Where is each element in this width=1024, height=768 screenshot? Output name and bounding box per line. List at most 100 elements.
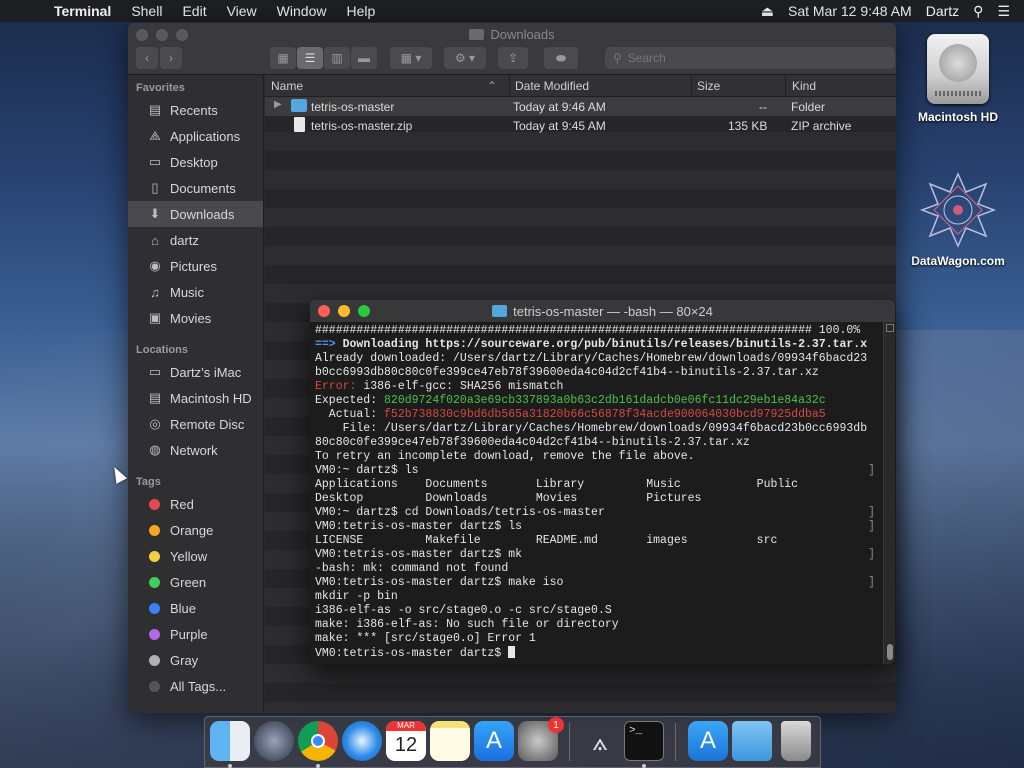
table-row[interactable]: tetris-os-master.zip Today at 9:45 AM 13… xyxy=(265,116,896,135)
sidebar-tag-gray[interactable]: Gray xyxy=(128,647,263,673)
column-view-button[interactable]: ▥ xyxy=(324,47,350,69)
finder-icon[interactable] xyxy=(210,721,250,761)
sidebar-item-macintosh-hd[interactable]: ▤ Macintosh HD xyxy=(128,385,263,411)
file-date: Today at 9:46 AM xyxy=(513,100,606,114)
search-field[interactable]: ⚲ Search xyxy=(605,47,895,69)
sidebar-item-applications[interactable]: ⟁ Applications xyxy=(128,123,263,149)
file-kind: Folder xyxy=(791,100,826,114)
mark-bracket: ] xyxy=(868,506,875,519)
minimize-button[interactable] xyxy=(156,29,168,41)
list-header: Name ⌃ Date Modified Size Kind xyxy=(265,75,896,97)
sidebar-tag-green[interactable]: Green xyxy=(128,569,263,595)
icon-view-button[interactable]: ▦ xyxy=(270,47,296,69)
sidebar-item-dartz[interactable]: ⌂ dartz xyxy=(128,227,263,253)
sidebar-tag-orange[interactable]: Orange xyxy=(128,517,263,543)
folder-icon xyxy=(291,99,307,112)
close-button[interactable] xyxy=(136,29,148,41)
system-preferences-icon[interactable]: 1 xyxy=(518,717,564,761)
trash-icon[interactable] xyxy=(781,721,811,761)
sidebar-all-tags[interactable]: All Tags... xyxy=(128,673,263,699)
sidebar-item-network[interactable]: ◍ Network xyxy=(128,437,263,463)
compass-tool-icon[interactable]: ⟑ xyxy=(580,721,620,761)
file-kind: ZIP archive xyxy=(791,119,852,133)
zoom-button[interactable] xyxy=(358,305,370,317)
sidebar-item-remote-disc[interactable]: ◎ Remote Disc xyxy=(128,411,263,437)
calendar-day: 12 xyxy=(394,734,418,756)
share-icon[interactable]: ⇪ xyxy=(498,47,528,69)
eject-icon[interactable]: ⏏ xyxy=(761,3,774,20)
terminal-line: VM0:~ dartz$ cd Downloads/tetris-os-mast… xyxy=(315,506,883,520)
table-row[interactable]: ▶ tetris-os-master Today at 9:46 AM -- F… xyxy=(265,97,896,116)
gallery-view-button[interactable]: ▬ xyxy=(351,47,377,69)
sidebar-tag-red[interactable]: Red xyxy=(128,491,263,517)
chrome-icon[interactable] xyxy=(298,721,338,761)
column-header-date[interactable]: Date Modified xyxy=(515,79,589,93)
tag-color-dot xyxy=(149,654,160,666)
terminal-line: 80c80c0fe399ce47eb78f39600eda4c04d2cf41b… xyxy=(315,436,750,449)
sidebar-item-label: Blue xyxy=(170,600,197,616)
sidebar-item-documents[interactable]: ▯ Documents xyxy=(128,175,263,201)
group-button[interactable]: ▦ ▾ xyxy=(390,47,432,69)
sidebar-item-movies[interactable]: ▣ Movies xyxy=(128,305,263,331)
app-menu[interactable]: Terminal xyxy=(54,3,111,19)
desktop-icon-macintosh-hd[interactable]: Macintosh HD xyxy=(908,34,1008,124)
terminal-output[interactable]: ########################################… xyxy=(310,322,883,664)
forward-button[interactable]: › xyxy=(160,47,182,69)
terminal-line: ########################################… xyxy=(315,324,861,337)
list-view-button[interactable]: ☰ xyxy=(297,47,323,69)
clock[interactable]: Sat Mar 12 9:48 AM xyxy=(788,3,912,19)
desktop-icon-datawagon[interactable]: DataWagon.com xyxy=(908,170,1008,268)
sidebar-tag-yellow[interactable]: Yellow xyxy=(128,543,263,569)
disclosure-triangle-icon[interactable]: ▶ xyxy=(274,99,282,110)
terminal-scrollbar[interactable] xyxy=(883,322,895,664)
close-button[interactable] xyxy=(318,305,330,317)
tag-icon[interactable]: ⬬ xyxy=(544,47,578,69)
calendar-icon[interactable]: MAR 12 xyxy=(386,721,426,761)
terminal-title: tetris-os-master — -bash — 80×24 xyxy=(513,303,713,319)
prompt-line: VM0:tetris-os-master dartz$ mk xyxy=(315,548,523,561)
sidebar-tag-purple[interactable]: Purple xyxy=(128,621,263,647)
zoom-button[interactable] xyxy=(176,29,188,41)
sidebar-item-pictures[interactable]: ◉ Pictures xyxy=(128,253,263,279)
sidebar-item-label: Yellow xyxy=(170,548,208,564)
terminal-line: Desktop Downloads Movies Pictures xyxy=(315,492,702,505)
launchpad-icon[interactable] xyxy=(254,721,294,761)
downloads-folder-icon[interactable] xyxy=(732,721,772,761)
menu-shell[interactable]: Shell xyxy=(131,3,162,19)
applications-folder-icon[interactable]: A xyxy=(688,721,728,761)
action-gear-icon[interactable]: ⚙ ▾ xyxy=(444,47,486,69)
sidebar-item-music[interactable]: ♫ Music xyxy=(128,279,263,305)
minimize-button[interactable] xyxy=(338,305,350,317)
menu-edit[interactable]: Edit xyxy=(182,3,206,19)
locations-heading: Locations xyxy=(136,344,188,356)
sidebar-tag-blue[interactable]: Blue xyxy=(128,595,263,621)
menu-window[interactable]: Window xyxy=(277,3,327,19)
datawagon-logo-icon xyxy=(919,172,997,248)
sidebar-item-desktop[interactable]: ▭ Desktop xyxy=(128,149,263,175)
menu-view[interactable]: View xyxy=(227,3,257,19)
terminal-title-bar[interactable]: tetris-os-master — -bash — 80×24 xyxy=(310,300,895,322)
sort-chevron-icon[interactable]: ⌃ xyxy=(487,79,497,93)
notes-icon[interactable] xyxy=(430,721,470,761)
user-menu[interactable]: Dartz xyxy=(926,3,959,19)
finder-title-bar[interactable]: Downloads xyxy=(128,23,896,45)
safari-icon[interactable] xyxy=(342,721,382,761)
column-header-name[interactable]: Name xyxy=(271,79,303,93)
app-store-icon[interactable]: A xyxy=(474,721,514,761)
column-header-kind[interactable]: Kind xyxy=(792,79,816,93)
terminal-line: LICENSE Makefile README.md images src xyxy=(315,534,778,547)
split-pane-icon[interactable] xyxy=(886,324,894,332)
back-button[interactable]: ‹ xyxy=(136,47,158,69)
column-header-size[interactable]: Size xyxy=(697,79,720,93)
sidebar-item-downloads[interactable]: ⬇ Downloads xyxy=(128,201,263,227)
notification-center-icon[interactable]: ☰ xyxy=(997,3,1010,20)
spotlight-icon[interactable]: ⚲ xyxy=(973,3,983,20)
sidebar-item-recents[interactable]: ▤ Recents xyxy=(128,97,263,123)
prompt-line: VM0:~ dartz$ cd Downloads/tetris-os-mast… xyxy=(315,506,605,519)
sidebar-item-imac[interactable]: ▭ Dartz’s iMac xyxy=(128,359,263,385)
menu-help[interactable]: Help xyxy=(346,3,375,19)
dock-separator xyxy=(675,723,676,761)
scrollbar-thumb[interactable] xyxy=(887,644,893,660)
terminal-icon[interactable]: >_ xyxy=(624,721,664,761)
mark-bracket: ] xyxy=(868,464,875,477)
